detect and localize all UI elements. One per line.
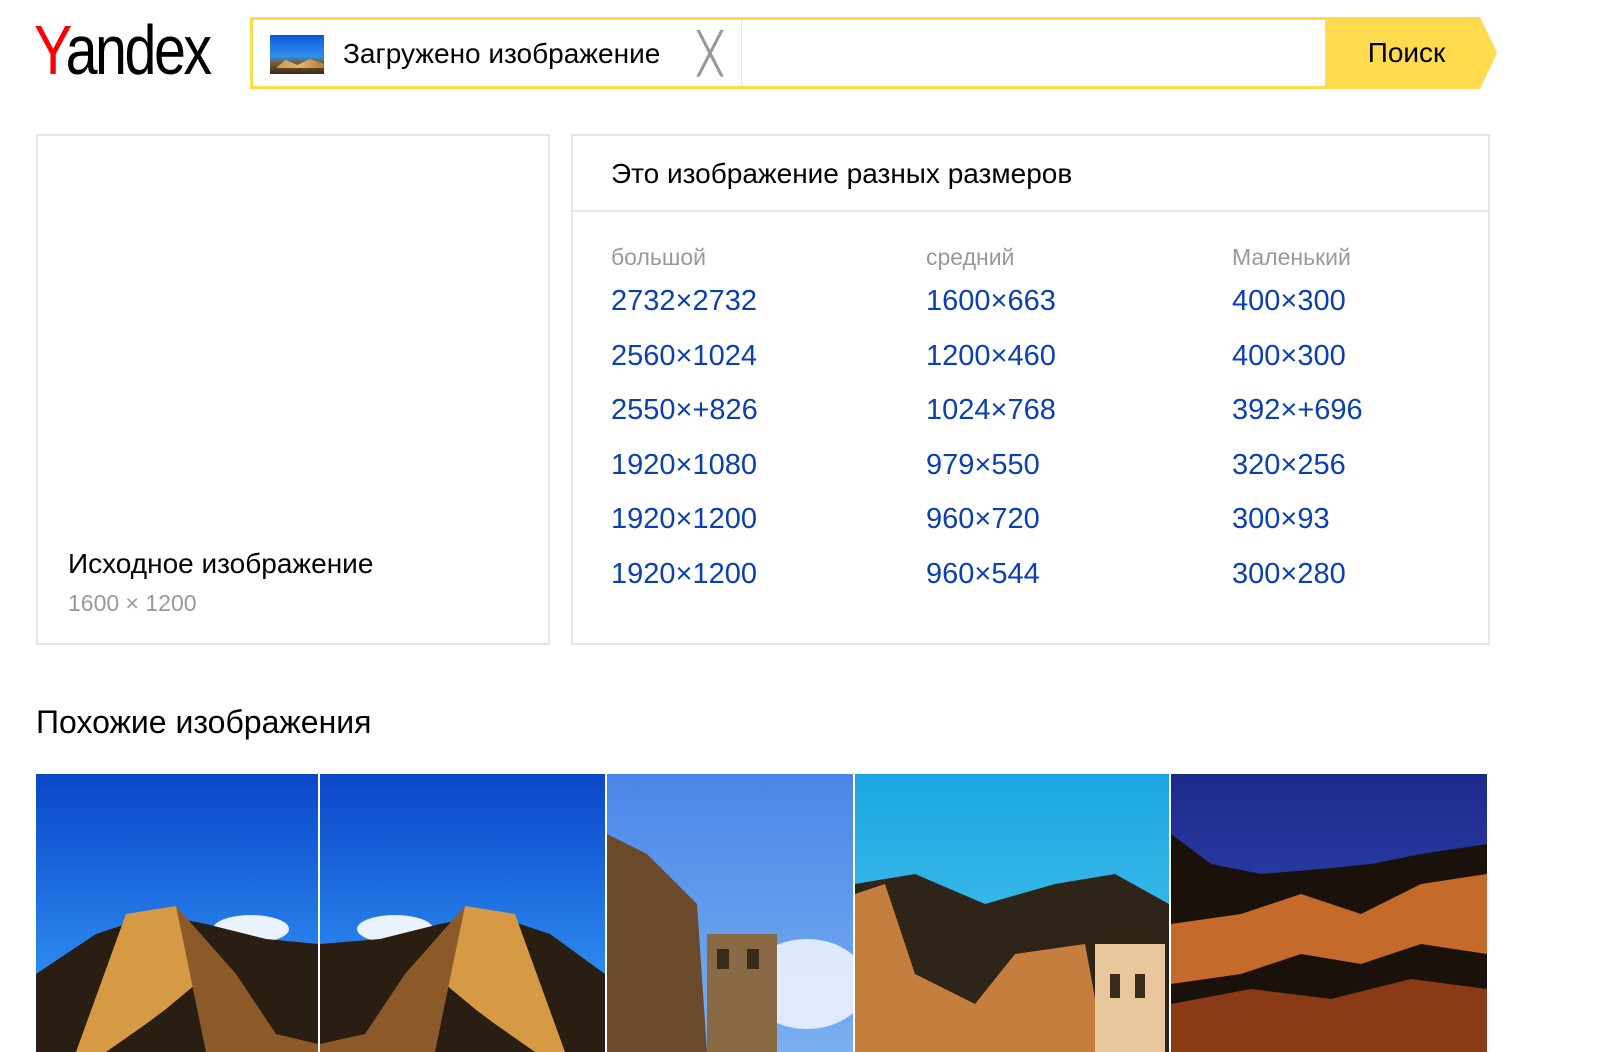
size-link[interactable]: 960×544 (926, 547, 1056, 602)
similar-images-title: Похожие изображения (36, 704, 372, 740)
size-column-large: большой 2732×2732 2560×1024 2550×+826 19… (611, 240, 758, 602)
size-link[interactable]: 1920×1200 (611, 547, 758, 602)
size-link[interactable]: 2550×+826 (611, 383, 758, 438)
size-link[interactable]: 1200×460 (926, 329, 1056, 384)
size-link[interactable]: 400×300 (1232, 274, 1363, 329)
other-sizes-panel: Это изображение разных размеров большой … (571, 134, 1490, 645)
similar-image[interactable] (320, 774, 605, 1052)
similar-images-strip (36, 774, 1487, 1052)
size-link[interactable]: 392×+696 (1232, 383, 1363, 438)
size-link[interactable]: 300×280 (1232, 547, 1363, 602)
divider (573, 210, 1488, 212)
size-column-medium: средний 1600×663 1200×460 1024×768 979×5… (926, 240, 1056, 602)
size-link[interactable]: 320×256 (1232, 438, 1363, 493)
similar-image[interactable] (36, 774, 318, 1052)
size-link[interactable]: 960×720 (926, 492, 1056, 547)
close-icon[interactable]: ╳ (693, 34, 727, 74)
similar-image[interactable] (1171, 774, 1487, 1052)
similar-image[interactable] (607, 774, 853, 1052)
size-link[interactable]: 2560×1024 (611, 329, 758, 384)
original-image-title: Исходное изображение (68, 548, 374, 579)
size-link[interactable]: 1920×1080 (611, 438, 758, 493)
size-link[interactable]: 300×93 (1232, 492, 1363, 547)
size-link[interactable]: 400×300 (1232, 329, 1363, 384)
yandex-logo[interactable]: Yandex (34, 10, 213, 90)
logo-letter-y: Y (34, 11, 68, 89)
uploaded-image-chip[interactable]: Загружено изображение ╳ (253, 20, 742, 86)
other-sizes-title: Это изображение разных размеров (611, 158, 1073, 189)
size-column-small: Маленький 400×300 400×300 392×+696 320×2… (1232, 240, 1363, 602)
original-image-size: 1600 × 1200 (68, 590, 197, 616)
logo-letters: andex (65, 11, 213, 89)
original-image-panel[interactable]: Исходное изображение 1600 × 1200 (36, 134, 550, 645)
uploaded-image-label: Загружено изображение (343, 38, 661, 69)
size-link[interactable]: 2732×2732 (611, 274, 758, 329)
size-column-heading: Маленький (1232, 244, 1351, 270)
size-link[interactable]: 1920×1200 (611, 492, 758, 547)
size-column-heading: большой (611, 244, 706, 270)
size-link[interactable]: 979×550 (926, 438, 1056, 493)
size-link[interactable]: 1600×663 (926, 274, 1056, 329)
size-column-heading: средний (926, 244, 1015, 270)
search-button[interactable]: Поиск (1325, 17, 1497, 89)
size-link[interactable]: 1024×768 (926, 383, 1056, 438)
uploaded-image-thumbnail (270, 35, 324, 74)
search-box[interactable]: Загружено изображение ╳ (250, 17, 1330, 89)
similar-image[interactable] (855, 774, 1169, 1052)
